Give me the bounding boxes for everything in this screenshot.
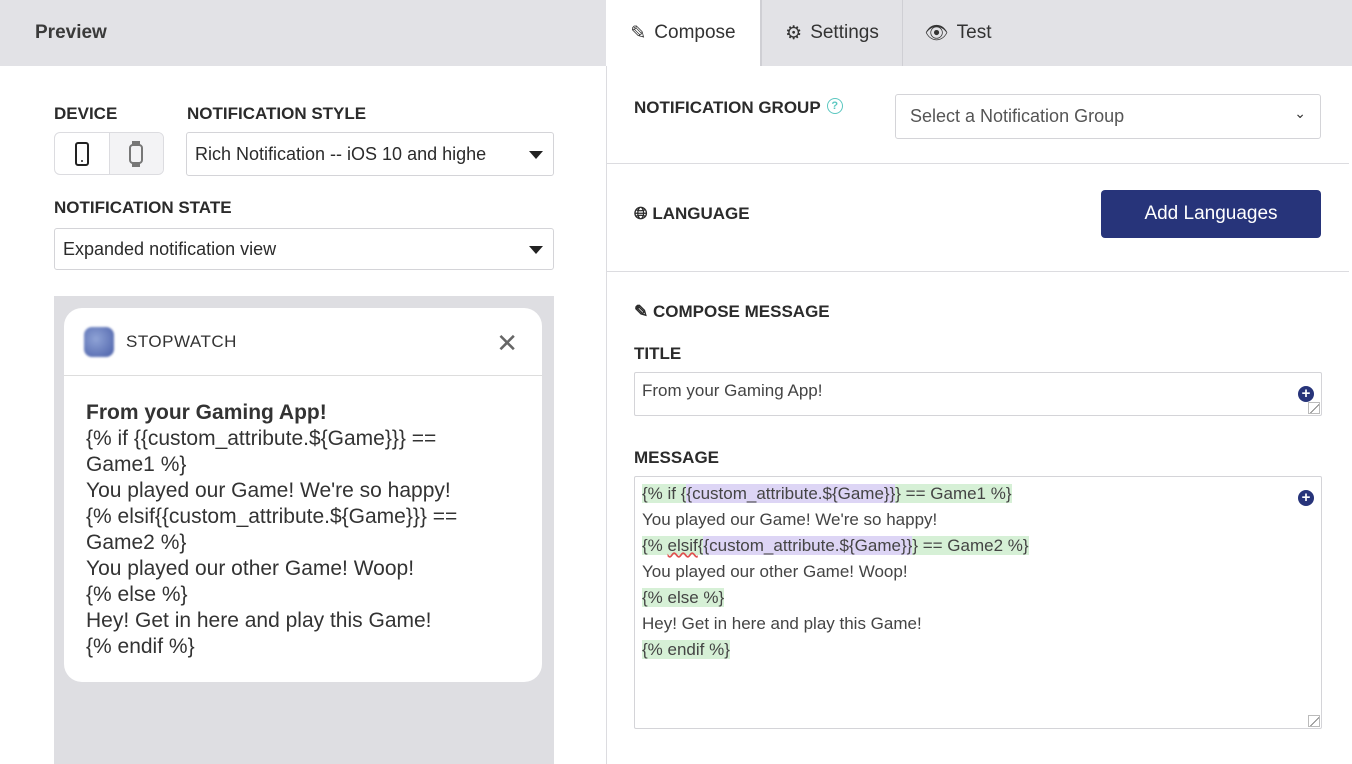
select-placeholder: Select a Notification Group xyxy=(910,106,1125,126)
help-icon[interactable]: ? xyxy=(826,98,843,114)
selected-value: Expanded notification view xyxy=(63,238,277,259)
pencil-icon: ✎ xyxy=(630,22,647,44)
message-segment: Hey! Get in here and play this Game! xyxy=(642,614,922,633)
app-name: STOPWATCH xyxy=(126,331,237,351)
notification-group-section: NOTIFICATION GROUP? Select a Notificatio… xyxy=(607,66,1349,164)
device-label: DEVICE xyxy=(54,104,118,123)
notification-group-label: NOTIFICATION GROUP xyxy=(634,98,821,117)
message-label: MESSAGE xyxy=(634,448,720,467)
notification-line: Game2 %} xyxy=(86,531,187,554)
message-line: {% else %} xyxy=(642,585,1314,611)
notification-state-label: NOTIFICATION STATE xyxy=(54,198,232,217)
tab-label: Compose xyxy=(654,22,736,43)
message-line: Hey! Get in here and play this Game! xyxy=(642,611,1314,637)
title-value: From your Gaming App! xyxy=(642,381,823,400)
message-segment: {% xyxy=(642,536,668,555)
language-section: 🌐︎ LANGUAGE Add Languages xyxy=(607,164,1349,272)
close-icon[interactable]: ✕ xyxy=(496,328,518,359)
plus-circle-icon[interactable]: + xyxy=(1298,386,1314,402)
notification-line: {% elsif{{custom_attribute.${Game}}} == xyxy=(86,505,458,528)
message-segment: You played our other Game! Woop! xyxy=(642,562,908,581)
globe-icon: 🌐︎ xyxy=(634,204,648,223)
compose-panel: NOTIFICATION GROUP? Select a Notificatio… xyxy=(606,66,1352,764)
message-segment: {custom_attribute.${Game}} xyxy=(703,536,913,555)
message-segment: {% endif %} xyxy=(642,640,730,659)
message-input[interactable]: {% if {{custom_attribute.${Game}}} == Ga… xyxy=(634,476,1322,729)
preview-title: Preview xyxy=(35,22,107,43)
message-line: {% elsif{{custom_attribute.${Game}}} == … xyxy=(642,533,1314,559)
message-segment: You played our Game! We're so happy! xyxy=(642,510,938,529)
eye-icon: 👁 xyxy=(924,23,949,44)
message-line: {% endif %} xyxy=(642,637,1314,663)
gear-icon: ⚙ xyxy=(785,22,803,44)
message-line: You played our Game! We're so happy! xyxy=(642,507,1314,533)
resize-handle[interactable] xyxy=(1308,715,1320,727)
tab-compose[interactable]: ✎ Compose xyxy=(606,0,761,66)
caret-down-icon xyxy=(529,246,543,254)
device-toggle xyxy=(54,132,164,175)
watch-device-button[interactable] xyxy=(108,133,163,174)
message-segment: {% if { xyxy=(642,484,687,503)
message-segment: } == Game2 %} xyxy=(912,536,1029,555)
message-segment: elsif xyxy=(667,536,698,555)
plus-circle-icon[interactable]: + xyxy=(1298,490,1314,506)
notification-state-select[interactable]: Expanded notification view xyxy=(54,228,554,270)
message-segment: {% else %} xyxy=(642,588,725,607)
phone-icon xyxy=(74,141,89,166)
top-bar: Preview ✎ Compose ⚙ Settings 👁 Test xyxy=(0,0,1352,66)
phone-device-button[interactable] xyxy=(55,133,109,174)
edit-icon: ✎ xyxy=(634,302,649,321)
tab-label: Test xyxy=(956,22,992,43)
notification-line: Game1 %} xyxy=(86,453,187,476)
notification-line: You played our other Game! Woop! xyxy=(86,557,415,580)
selected-value: Rich Notification -- iOS 10 and highe xyxy=(195,143,487,164)
resize-handle[interactable] xyxy=(1308,402,1320,414)
add-languages-button[interactable]: Add Languages xyxy=(1101,190,1321,238)
message-segment: } == Game1 %} xyxy=(895,484,1012,503)
tab-test[interactable]: 👁 Test xyxy=(903,0,1013,66)
notification-line: {% endif %} xyxy=(86,635,195,658)
notification-line: {% else %} xyxy=(86,583,188,606)
language-label: LANGUAGE xyxy=(652,204,750,223)
message-segment: {custom_attribute.${Game}} xyxy=(686,484,896,503)
notification-line: Hey! Get in here and play this Game! xyxy=(86,609,432,632)
notification-title: From your Gaming App! xyxy=(86,401,327,424)
notification-style-select[interactable]: Rich Notification -- iOS 10 and highe xyxy=(186,132,554,176)
watch-icon xyxy=(129,140,144,167)
tab-settings[interactable]: ⚙ Settings xyxy=(761,0,903,66)
message-line: You played our other Game! Woop! xyxy=(642,559,1314,585)
notification-style-label: NOTIFICATION STYLE xyxy=(187,104,367,123)
message-line: {% if {{custom_attribute.${Game}}} == Ga… xyxy=(642,481,1314,507)
app-icon xyxy=(84,326,114,357)
caret-down-icon xyxy=(529,151,543,159)
title-input[interactable]: From your Gaming App! + xyxy=(634,372,1322,416)
phone-preview: STOPWATCH ✕ From your Gaming App! {% if … xyxy=(54,296,554,764)
tab-label: Settings xyxy=(810,22,879,43)
notification-group-select[interactable]: Select a Notification Group ⌄ xyxy=(895,94,1321,139)
title-label: TITLE xyxy=(634,344,682,363)
compose-message-label: COMPOSE MESSAGE xyxy=(652,302,830,321)
notification-line: {% if {{custom_attribute.${Game}}} == xyxy=(86,427,437,450)
notification-line: You played our Game! We're so happy! xyxy=(86,479,451,502)
notification-card: STOPWATCH ✕ From your Gaming App! {% if … xyxy=(64,308,542,682)
chevron-down-icon: ⌄ xyxy=(1294,105,1306,121)
